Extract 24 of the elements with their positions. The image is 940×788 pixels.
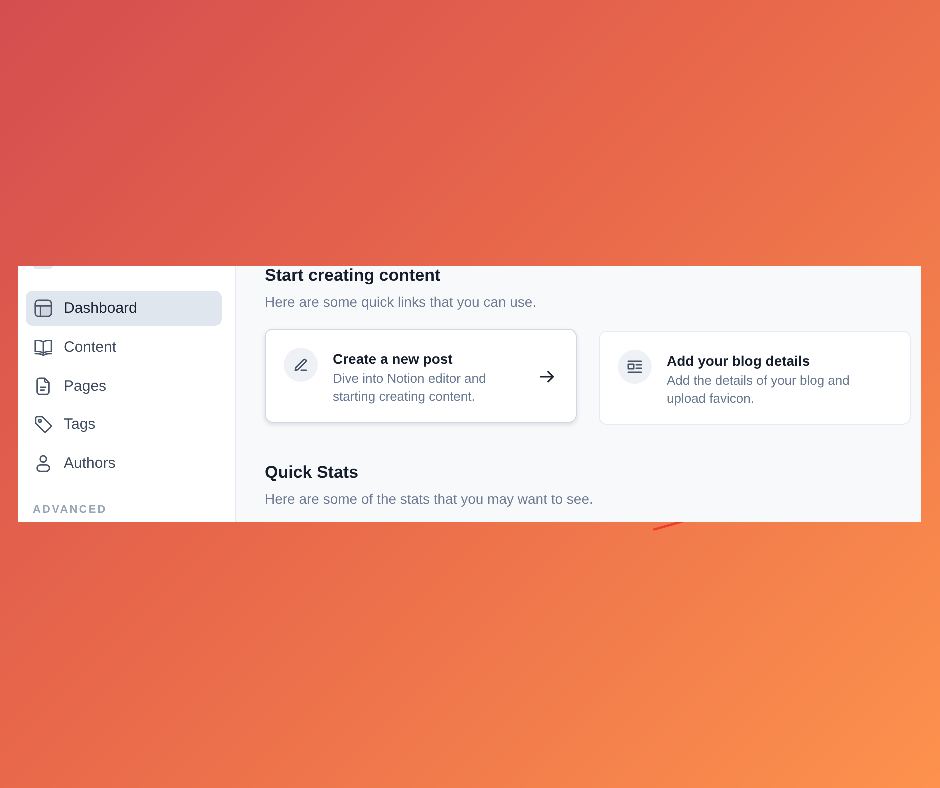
user-icon <box>34 454 53 473</box>
nav-item[interactable]: Authors <box>26 446 222 481</box>
section-title: Start creating content <box>265 266 442 286</box>
text-block-icon <box>618 350 652 384</box>
pencil-icon <box>284 348 318 382</box>
document-icon <box>34 376 53 396</box>
nav-item[interactable]: Dashboard <box>26 291 222 326</box>
quick-link-card[interactable]: Create a new post Dive into Notion editor and starting creating content. <box>265 329 577 423</box>
quick-link-card[interactable]: Add your blog details Add the details of your blog and upload favicon. <box>599 331 911 425</box>
section-subtitle: Here are some of the stats that you may want to see. <box>265 490 594 509</box>
tag-icon <box>34 415 53 434</box>
book-icon <box>34 338 53 357</box>
card-title: Add your blog details <box>667 352 812 370</box>
nav-item[interactable]: Tags <box>26 407 222 442</box>
section-title: Quick Stats <box>265 463 360 483</box>
arrow-right-icon <box>538 368 556 386</box>
layout-icon <box>34 299 53 318</box>
nav-item[interactable]: Pages <box>26 368 222 404</box>
nav-group-label: ADVANCED <box>33 503 108 517</box>
card-description: Dive into Notion editor and starting creating content. <box>333 370 488 406</box>
card-title: Create a new post <box>333 350 454 368</box>
nav-item[interactable]: Content <box>26 330 222 365</box>
card-description: Add the details of your blog and upload favicon. <box>667 372 851 408</box>
section-subtitle: Here are some quick links that you can use. <box>265 293 538 312</box>
